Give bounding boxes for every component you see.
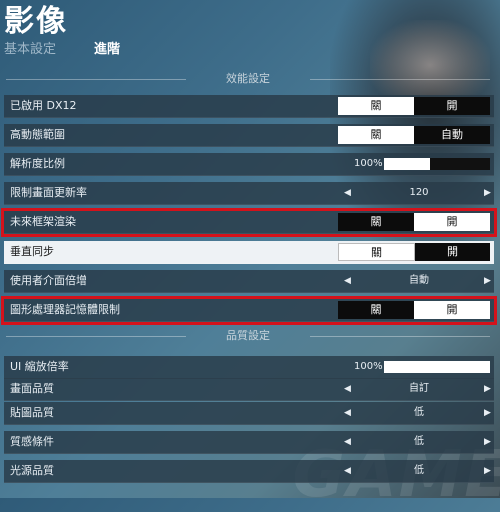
toggle-option-off[interactable]: 關 [338, 301, 414, 319]
row-label: 高動態範圍 [10, 128, 65, 141]
row-label: 使用者介面倍增 [10, 274, 87, 287]
row-ui-multiplier[interactable]: 使用者介面倍增 ◀ 自動 ▶ [4, 270, 494, 293]
toggle-option-on[interactable]: 開 [414, 301, 490, 319]
arrow-left-icon[interactable]: ◀ [344, 381, 351, 397]
tab-basic[interactable]: 基本設定 [4, 38, 56, 57]
selector-value: 低 [414, 436, 424, 447]
arrow-left-icon[interactable]: ◀ [344, 185, 351, 201]
selector-value: 自訂 [409, 383, 429, 394]
row-label: 垂直同步 [10, 245, 54, 258]
row-material-quality[interactable]: 質感條件 ◀ 低 ▶ [4, 431, 494, 454]
toggle-option-off[interactable]: 關 [338, 213, 414, 231]
row-label: 質感條件 [10, 435, 54, 448]
arrow-right-icon[interactable]: ▶ [484, 405, 491, 421]
row-graphics-quality[interactable]: 畫面品質 ◀ 自訂 ▶ [4, 378, 494, 401]
arrow-right-icon[interactable]: ▶ [484, 273, 491, 289]
row-dx12[interactable]: 已啟用 DX12 關 開 [4, 95, 494, 118]
row-texture-quality[interactable]: 貼圖品質 ◀ 低 ▶ [4, 402, 494, 425]
row-hdr[interactable]: 高動態範圍 關 自動 [4, 124, 494, 147]
hdr-toggle[interactable]: 關 自動 [338, 126, 490, 144]
row-label: 貼圖品質 [10, 406, 54, 419]
row-light-quality[interactable]: 光源品質 ◀ 低 ▶ [4, 460, 494, 483]
toggle-option-on[interactable]: 開 [414, 97, 490, 115]
page-title: 影像 [4, 4, 68, 39]
arrow-right-icon[interactable]: ▶ [484, 434, 491, 450]
future-frame-toggle[interactable]: 關 開 [338, 213, 490, 231]
toggle-option-on[interactable]: 開 [414, 213, 490, 231]
selector-value: 自動 [409, 275, 429, 286]
dx12-toggle[interactable]: 關 開 [338, 97, 490, 115]
row-label: 已啟用 DX12 [10, 99, 77, 112]
selector-value: 120 [409, 187, 429, 198]
toggle-option-off[interactable]: 關 [338, 126, 414, 144]
ui-zoom-slider[interactable] [384, 361, 490, 373]
arrow-right-icon[interactable]: ▶ [484, 185, 491, 201]
row-label: 限制畫面更新率 [10, 186, 87, 199]
toggle-option-off[interactable]: 關 [338, 243, 415, 261]
toggle-option-auto[interactable]: 自動 [414, 126, 490, 144]
row-label: 畫面品質 [10, 382, 54, 395]
section-quality: 品質設定 [0, 327, 496, 345]
row-future-frame-rendering[interactable]: 未來框架渲染 關 開 [1, 208, 497, 237]
slider-value: 100% [354, 361, 383, 372]
row-label: 光源品質 [10, 464, 54, 477]
selector-value: 低 [414, 465, 424, 476]
slider-fill [384, 158, 430, 170]
arrow-left-icon[interactable]: ◀ [344, 434, 351, 450]
selector-value: 低 [414, 407, 424, 418]
row-ui-zoom[interactable]: UI 縮放倍率 100% [4, 356, 494, 379]
gpu-memory-toggle[interactable]: 關 開 [338, 301, 490, 319]
arrow-right-icon[interactable]: ▶ [484, 381, 491, 397]
arrow-left-icon[interactable]: ◀ [344, 273, 351, 289]
toggle-option-off[interactable]: 關 [338, 97, 414, 115]
arrow-right-icon[interactable]: ▶ [484, 463, 491, 479]
row-resolution-scale[interactable]: 解析度比例 100% [4, 153, 494, 176]
row-gpu-memory-limit[interactable]: 圖形處理器記憶體限制 關 開 [1, 296, 497, 325]
tab-advanced[interactable]: 進階 [94, 38, 120, 57]
slider-value: 100% [354, 158, 383, 169]
arrow-left-icon[interactable]: ◀ [344, 463, 351, 479]
row-label: 圖形處理器記憶體限制 [10, 303, 120, 316]
section-performance: 效能設定 [0, 70, 496, 88]
toggle-option-on[interactable]: 開 [415, 243, 490, 261]
row-frame-rate-limit[interactable]: 限制畫面更新率 ◀ 120 ▶ [4, 182, 494, 205]
row-label: 解析度比例 [10, 157, 65, 170]
row-label: UI 縮放倍率 [10, 360, 69, 373]
row-label: 未來框架渲染 [10, 215, 76, 228]
resolution-slider[interactable] [384, 158, 490, 170]
slider-fill [384, 361, 490, 373]
vsync-toggle[interactable]: 關 開 [338, 243, 490, 261]
row-vsync[interactable]: 垂直同步 關 開 [4, 241, 494, 264]
arrow-left-icon[interactable]: ◀ [344, 405, 351, 421]
